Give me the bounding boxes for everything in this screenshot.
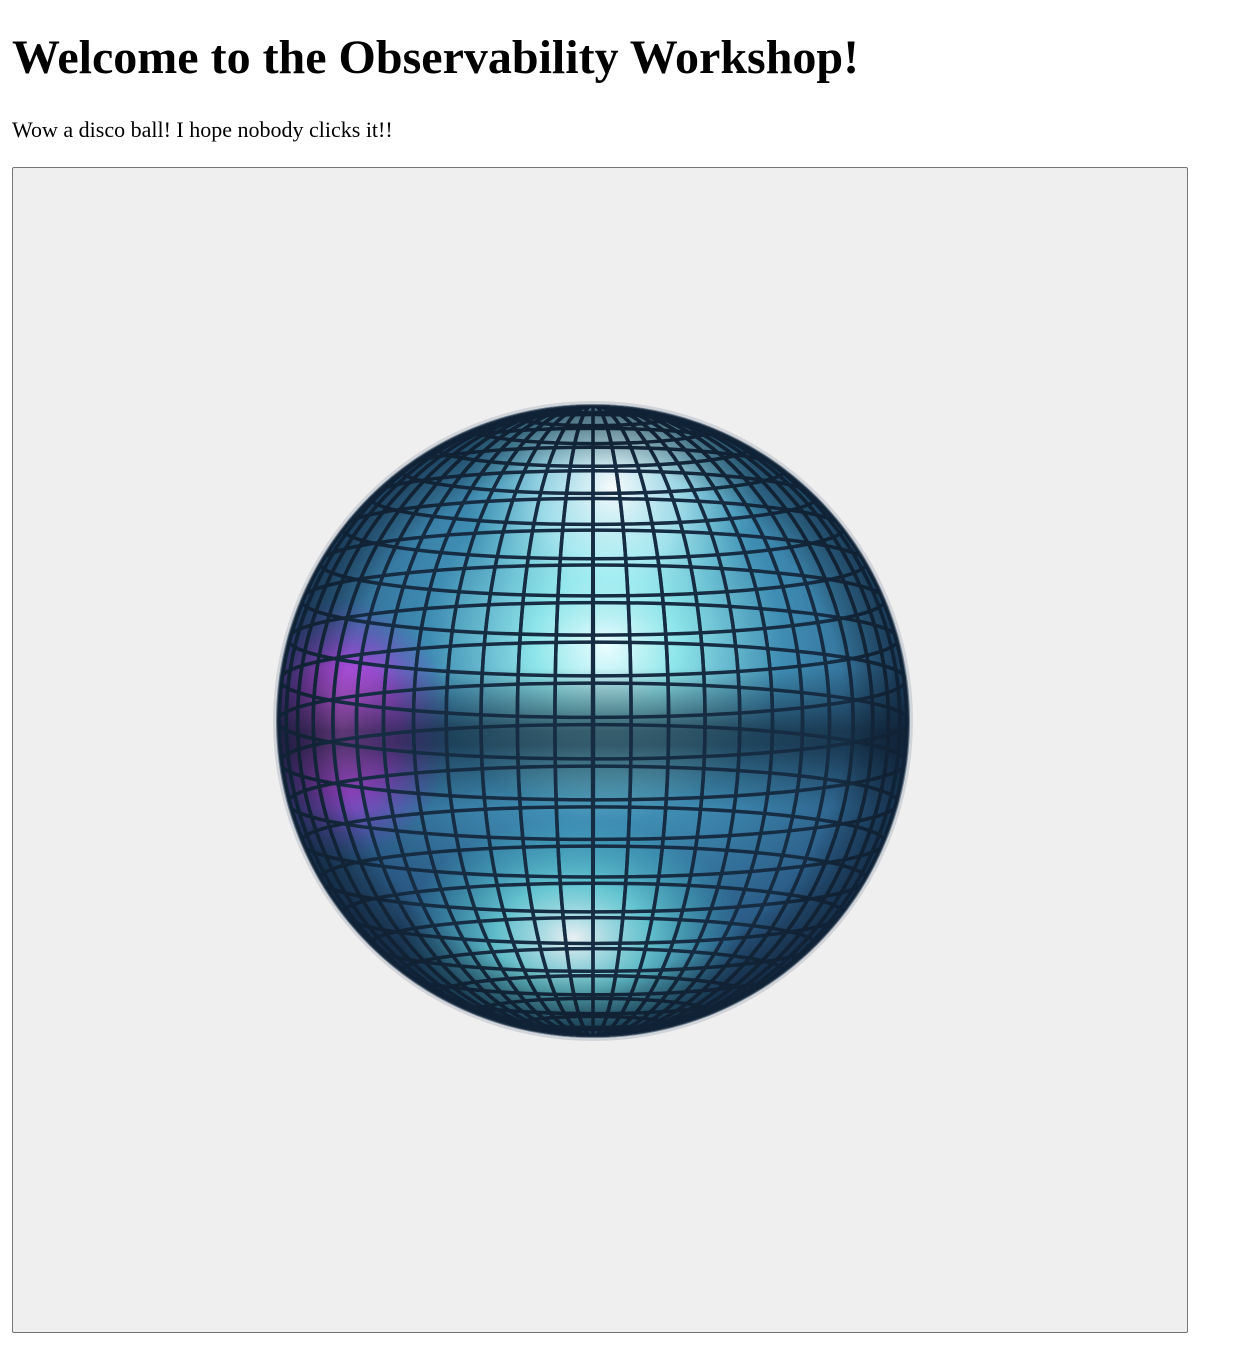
disco-ball-button[interactable] [12, 167, 1188, 1333]
page-title: Welcome to the Observability Workshop! [12, 31, 860, 84]
disco-ball-icon [273, 401, 913, 1041]
intro-text: Wow a disco ball! I hope nobody clicks i… [12, 117, 393, 142]
